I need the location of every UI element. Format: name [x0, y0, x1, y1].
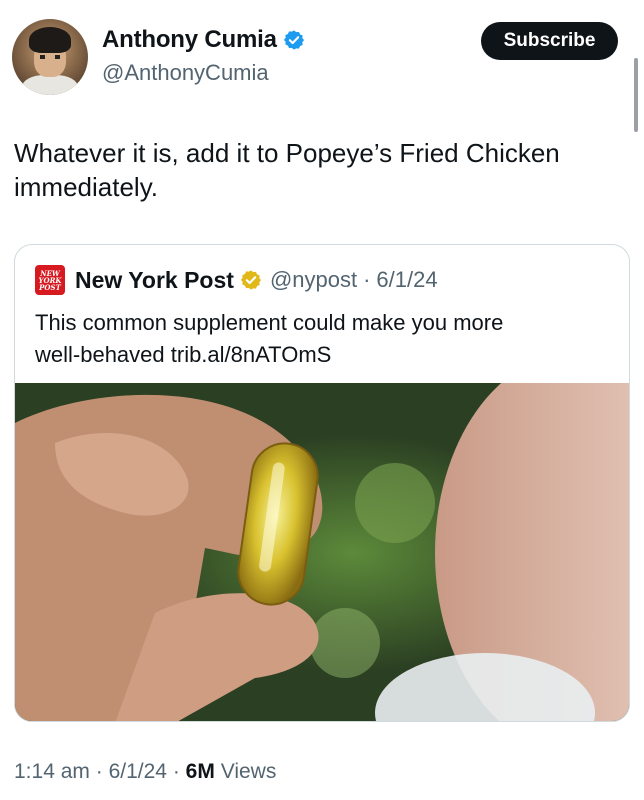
tweet-text: Whatever it is, add it to Popeye’s Fried…: [14, 136, 614, 204]
author-handle[interactable]: @AnthonyCumia: [102, 60, 269, 86]
author-display-name[interactable]: Anthony Cumia: [102, 26, 277, 54]
scrollbar[interactable]: [634, 58, 638, 132]
tweet-page: Anthony Cumia @AnthonyCumia Subscribe Wh…: [0, 0, 644, 800]
quoted-tweet-card[interactable]: NEW YORK POST New York Post @nypost · 6/…: [14, 244, 630, 722]
quoted-tweet-text: This common supplement could make you mo…: [35, 307, 615, 371]
supplement-photo: [15, 383, 629, 721]
quoted-text-line-1: This common supplement could make you mo…: [35, 310, 504, 335]
tweet-text-line-1: Whatever it is, add it to Popeye’s Fried…: [14, 138, 560, 168]
meta-separator-1: ·: [95, 760, 103, 783]
quoted-tweet-header: NEW YORK POST New York Post @nypost · 6/…: [35, 265, 438, 295]
quoted-author-handle: @nypost: [269, 267, 358, 292]
tweet-meta: 1:14 am · 6/1/24 · 6M Views: [14, 760, 276, 784]
nypost-logo-icon[interactable]: NEW YORK POST: [35, 265, 65, 295]
quoted-text-line-2: well-behaved trib.al/8nATOmS: [35, 342, 332, 367]
avatar-body: [22, 75, 78, 95]
quoted-author-name: New York Post: [75, 266, 234, 293]
gold-verified-badge-icon: [240, 269, 262, 291]
verified-badge-icon[interactable]: [283, 29, 305, 51]
avatar-eyes: [40, 55, 60, 59]
tweet-date[interactable]: 6/1/24: [109, 760, 167, 783]
views-label[interactable]: Views: [221, 760, 277, 783]
subscribe-button[interactable]: Subscribe: [481, 22, 618, 60]
tweet-text-line-2: immediately.: [14, 172, 159, 202]
meta-separator-2: ·: [172, 760, 180, 783]
quoted-tweet-image[interactable]: [15, 383, 629, 721]
avatar-hair: [29, 27, 71, 53]
quoted-separator: ·: [363, 267, 371, 292]
tweet-time[interactable]: 1:14 am: [14, 760, 90, 783]
views-count[interactable]: 6M: [186, 760, 215, 783]
author-avatar[interactable]: [12, 19, 88, 95]
nypost-logo-line-3: POST: [39, 282, 61, 292]
author-name-row: Anthony Cumia: [102, 26, 305, 54]
quoted-date: 6/1/24: [376, 267, 438, 292]
